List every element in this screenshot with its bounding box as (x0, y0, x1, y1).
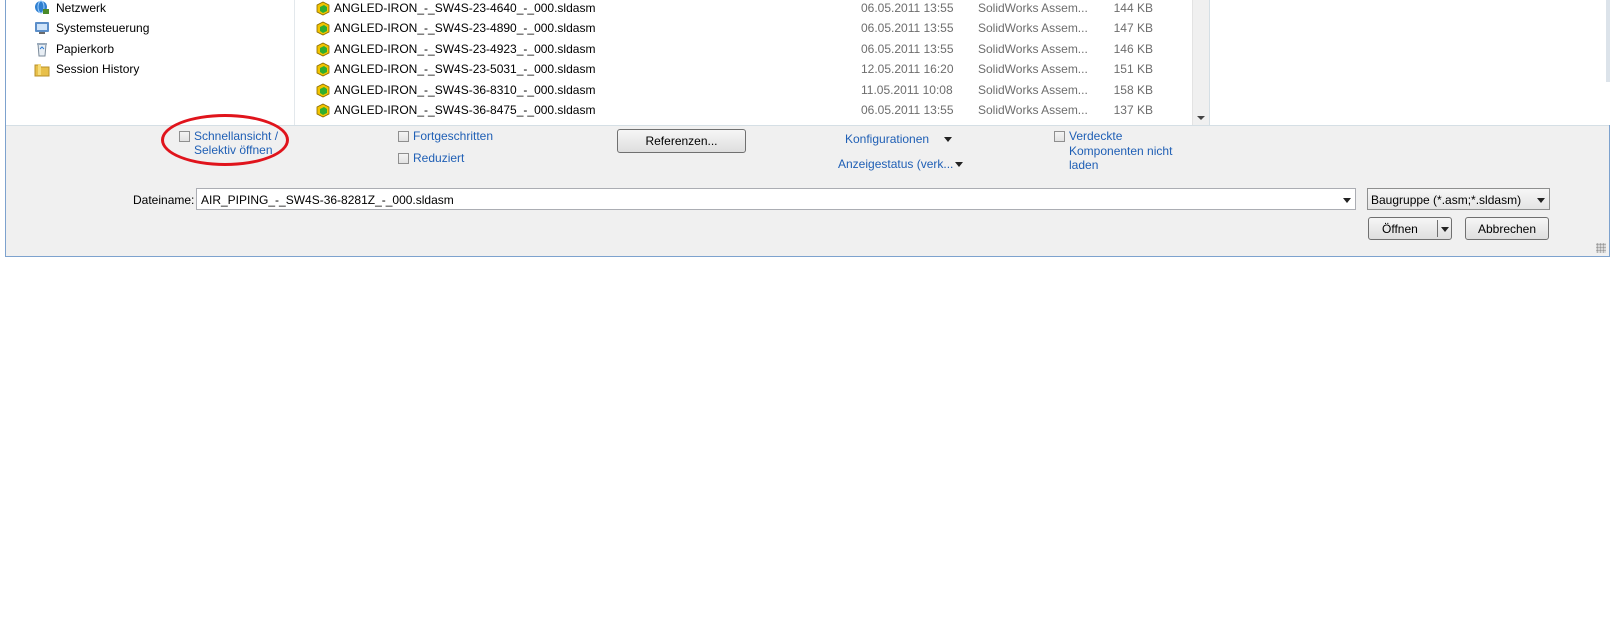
hidden-components-checkbox[interactable] (1054, 131, 1065, 142)
table-row[interactable]: ANGLED-IRON_-_SW4S-36-8310_-_000.sldasm 1… (295, 80, 1193, 100)
highlight-annotation-circle (161, 114, 289, 166)
sidebar-item-control-panel[interactable]: Systemsteuerung (34, 18, 149, 38)
file-name: ANGLED-IRON_-_SW4S-36-8475_-_000.sldasm (334, 103, 596, 117)
open-split-divider (1437, 220, 1438, 237)
advanced-checkbox[interactable] (398, 131, 409, 142)
browser-area: Netzwerk Systemsteuerung Papierkorb Sess… (6, 0, 1610, 126)
file-date: 06.05.2011 13:55 (861, 41, 954, 56)
assembly-file-icon (315, 20, 331, 36)
display-state-dropdown[interactable]: Anzeigestatus (verk... (838, 157, 953, 172)
file-size: 151 KB (1113, 62, 1153, 77)
table-row[interactable]: ANGLED-IRON_-_SW4S-23-4923_-_000.sldasm 0… (295, 39, 1193, 59)
file-name: ANGLED-IRON_-_SW4S-23-4640_-_000.sldasm (334, 1, 596, 15)
hidden-components-label-line1: Verdeckte (1069, 129, 1123, 143)
assembly-file-icon (315, 82, 331, 98)
table-row[interactable]: ANGLED-IRON_-_SW4S-23-5031_-_000.sldasm 1… (295, 59, 1193, 79)
file-size: 137 KB (1113, 103, 1153, 117)
assembly-file-icon (315, 61, 331, 77)
scroll-down-arrow-icon[interactable] (1197, 116, 1205, 120)
file-date: 11.05.2011 10:08 (861, 82, 953, 97)
preview-scrollbar[interactable] (1606, 0, 1610, 82)
file-type: SolidWorks Assem... (978, 1, 1088, 15)
file-size: 158 KB (1113, 82, 1153, 97)
file-name: ANGLED-IRON_-_SW4S-36-8310_-_000.sldasm (334, 82, 596, 97)
open-button-label: Öffnen (1382, 221, 1418, 236)
reduced-checkbox[interactable] (398, 153, 409, 164)
configurations-chevron-down-icon[interactable] (944, 137, 952, 142)
sidebar-item-recycle-bin[interactable]: Papierkorb (34, 39, 114, 59)
sidebar-item-label: Papierkorb (56, 42, 115, 56)
sidebar-item-session-history[interactable]: Session History (34, 59, 139, 79)
recycle-bin-icon (34, 41, 50, 57)
open-options-chevron-down-icon[interactable] (1441, 227, 1449, 232)
filetype-value: Baugruppe (*.asm;*.sldasm) (1371, 193, 1522, 207)
file-type: SolidWorks Assem... (978, 103, 1088, 117)
sidebar-item-label: Systemsteuerung (56, 21, 150, 35)
hidden-components-label-line3: laden (1069, 158, 1099, 172)
file-date: 06.05.2011 13:55 (861, 1, 954, 15)
preview-pane (1209, 0, 1610, 125)
file-type: SolidWorks Assem... (978, 82, 1088, 97)
file-list-scrollbar[interactable] (1192, 0, 1210, 125)
file-name: ANGLED-IRON_-_SW4S-23-4890_-_000.sldasm (334, 21, 596, 36)
assembly-file-icon (315, 0, 331, 16)
file-name: ANGLED-IRON_-_SW4S-23-4923_-_000.sldasm (334, 41, 596, 56)
file-name: ANGLED-IRON_-_SW4S-23-5031_-_000.sldasm (334, 62, 596, 77)
sidebar-item-label: Session History (56, 62, 140, 76)
file-date: 12.05.2011 16:20 (861, 62, 954, 77)
reduced-label: Reduziert (413, 151, 465, 165)
table-row[interactable]: ANGLED-IRON_-_SW4S-23-4890_-_000.sldasm 0… (295, 18, 1193, 38)
sidebar-item-label: Netzwerk (56, 1, 107, 15)
file-list: ANGLED-IRON_-_SW4S-23-4640_-_000.sldasm 0… (294, 0, 1193, 125)
file-type: SolidWorks Assem... (978, 62, 1088, 77)
folder-icon (34, 61, 50, 77)
filename-input[interactable]: AIR_PIPING_-_SW4S-36-8281Z_-_000.sldasm (196, 188, 1356, 210)
advanced-label: Fortgeschritten (413, 129, 494, 143)
file-size: 146 KB (1113, 41, 1153, 56)
configurations-dropdown[interactable]: Konfigurationen (845, 132, 929, 147)
filetype-select[interactable]: Baugruppe (*.asm;*.sldasm) (1367, 188, 1550, 210)
resize-grip-icon[interactable] (1596, 243, 1606, 253)
filetype-chevron-down-icon[interactable] (1537, 198, 1545, 203)
assembly-file-icon (315, 41, 331, 57)
assembly-file-icon (315, 102, 331, 118)
file-size: 147 KB (1113, 21, 1153, 36)
hidden-components-label-line2: Komponenten nicht (1069, 144, 1173, 158)
network-icon (34, 0, 50, 16)
file-type: SolidWorks Assem... (978, 41, 1088, 56)
cancel-button[interactable]: Abbrechen (1465, 217, 1549, 240)
file-date: 06.05.2011 13:55 (861, 103, 954, 117)
display-state-chevron-down-icon[interactable] (955, 162, 963, 167)
filename-value: AIR_PIPING_-_SW4S-36-8281Z_-_000.sldasm (201, 193, 454, 207)
filename-chevron-down-icon[interactable] (1343, 198, 1351, 203)
table-row[interactable]: ANGLED-IRON_-_SW4S-23-4640_-_000.sldasm 0… (295, 0, 1193, 18)
table-row[interactable]: ANGLED-IRON_-_SW4S-36-8475_-_000.sldasm 0… (295, 100, 1193, 120)
file-date: 06.05.2011 13:55 (861, 21, 954, 36)
file-type: SolidWorks Assem... (978, 21, 1088, 36)
open-button[interactable]: Öffnen (1368, 217, 1452, 240)
file-size: 144 KB (1113, 1, 1153, 15)
filename-label: Dateiname: (133, 193, 195, 207)
control-panel-icon (34, 20, 50, 36)
navigation-pane: Netzwerk Systemsteuerung Papierkorb Sess… (6, 0, 293, 125)
references-button[interactable]: Referenzen... (617, 129, 746, 153)
sidebar-item-network[interactable]: Netzwerk (34, 0, 106, 18)
